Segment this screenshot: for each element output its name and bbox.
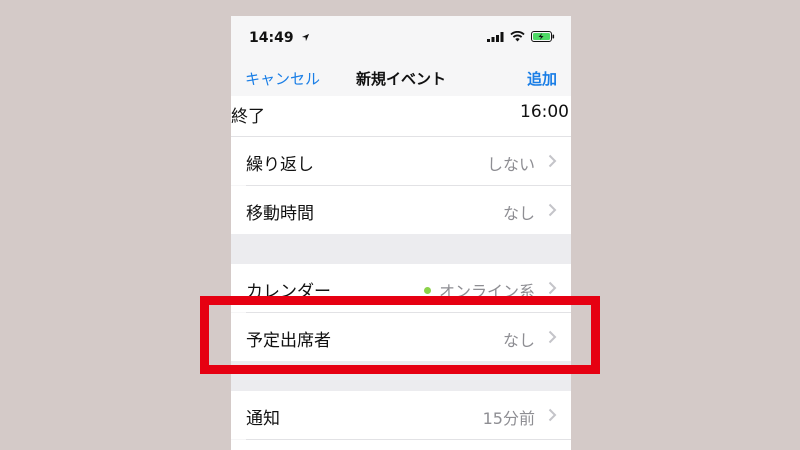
wifi-icon <box>510 31 525 42</box>
chevron-right-icon <box>548 203 557 217</box>
repeat-label: 繰り返し <box>246 155 314 175</box>
signal-icon <box>487 31 504 42</box>
chevron-right-icon <box>548 281 557 295</box>
status-time: 14:49 <box>249 30 310 46</box>
chevron-right-icon <box>548 408 557 422</box>
end-time-row[interactable]: 終了 16:00 <box>231 96 571 136</box>
battery-charging-icon <box>531 31 555 42</box>
page-title: 新規イベント <box>355 70 446 88</box>
section-gap <box>231 234 571 264</box>
next-row <box>231 440 571 450</box>
status-time-text: 14:49 <box>249 30 294 46</box>
add-button[interactable]: 追加 <box>527 68 557 89</box>
screenshot-stage: 14:49 キャンセル 新規イベント 追加 終了 16:00 繰り返し しない … <box>0 0 800 450</box>
location-arrow-icon <box>302 33 310 42</box>
end-time-label: 終了 <box>231 107 265 127</box>
alert-row[interactable]: 通知 15分前 <box>231 391 571 439</box>
travel-time-value: なし <box>502 204 535 223</box>
alert-label: 通知 <box>246 409 280 429</box>
highlight-box <box>200 296 600 374</box>
status-bar: 14:49 <box>231 16 571 60</box>
phone-screen: 14:49 キャンセル 新規イベント 追加 終了 16:00 繰り返し しない … <box>231 16 571 450</box>
chevron-right-icon <box>548 154 557 168</box>
status-indicators <box>487 31 555 42</box>
end-time-value: 16:00 <box>520 102 569 122</box>
repeat-row[interactable]: 繰り返し しない <box>231 137 571 185</box>
repeat-value: しない <box>486 155 535 174</box>
navigation-bar: キャンセル 新規イベント 追加 <box>231 60 571 96</box>
calendar-color-dot <box>423 287 431 294</box>
travel-time-label: 移動時間 <box>246 204 314 224</box>
alert-value: 15分前 <box>482 409 535 428</box>
travel-time-row[interactable]: 移動時間 なし <box>231 186 571 234</box>
